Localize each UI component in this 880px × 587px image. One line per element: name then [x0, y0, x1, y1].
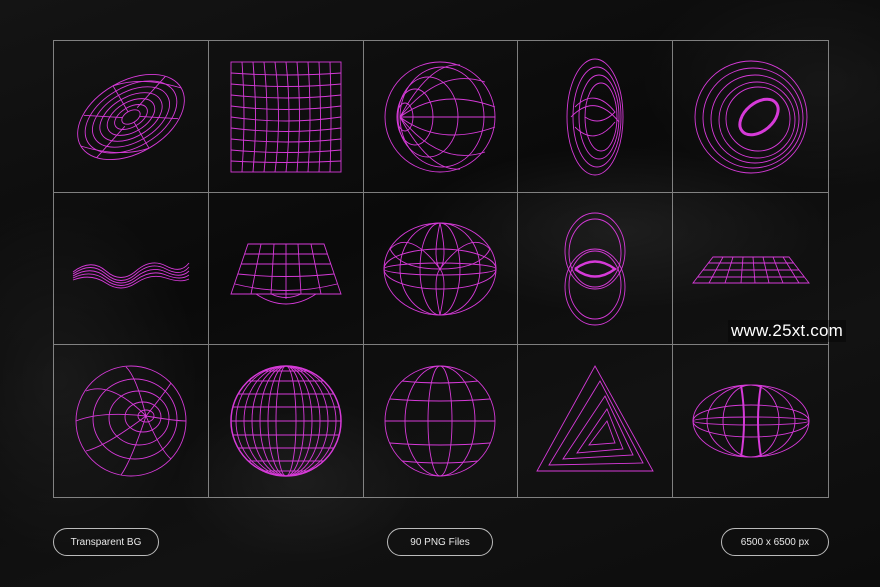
grid-cell: [363, 193, 519, 345]
grid-cell: [518, 41, 674, 193]
wire-flat-plane-icon: [691, 256, 810, 283]
grid-cell: [673, 345, 828, 497]
grid-cell: [673, 41, 828, 193]
wire-globe-icon: [385, 365, 496, 477]
grid-cell: [363, 41, 519, 193]
wire-torus-tilted-icon: [77, 73, 185, 160]
wire-sphere-polar-icon: [385, 61, 496, 172]
grid-cell: [54, 41, 209, 193]
badge-transparent-bg: Transparent BG: [53, 528, 159, 556]
wire-triangle-spiral-icon: [536, 365, 655, 472]
grid-cell: [54, 345, 209, 497]
watermark-text: www.25xt.com: [728, 320, 846, 342]
grid-cell: [209, 345, 364, 497]
badge-resolution: 6500 x 6500 px: [721, 528, 829, 556]
badge-png-files: 90 PNG Files: [387, 528, 493, 556]
wire-ribbon-wave-icon: [72, 262, 190, 288]
wire-grid-square-icon: [230, 61, 342, 172]
wire-torus-front-icon: [692, 384, 810, 458]
wire-apple-torus-icon: [384, 222, 497, 315]
shape-grid: [53, 40, 829, 498]
wire-spiral-loop-icon: [566, 58, 624, 175]
grid-cell: [208, 41, 364, 193]
wire-dense-sphere-icon: [229, 365, 342, 477]
grid-cell: [518, 193, 674, 345]
grid-cell: [518, 345, 674, 497]
wire-ring-vortex-icon: [694, 60, 808, 173]
grid-cell: [364, 345, 519, 497]
grid-cell: [208, 193, 364, 345]
wire-funnel-plane-icon: [230, 243, 342, 304]
wire-sphere-pole-icon: [75, 365, 187, 477]
grid-cell: [54, 193, 209, 345]
wire-double-loop-icon: [564, 212, 626, 325]
